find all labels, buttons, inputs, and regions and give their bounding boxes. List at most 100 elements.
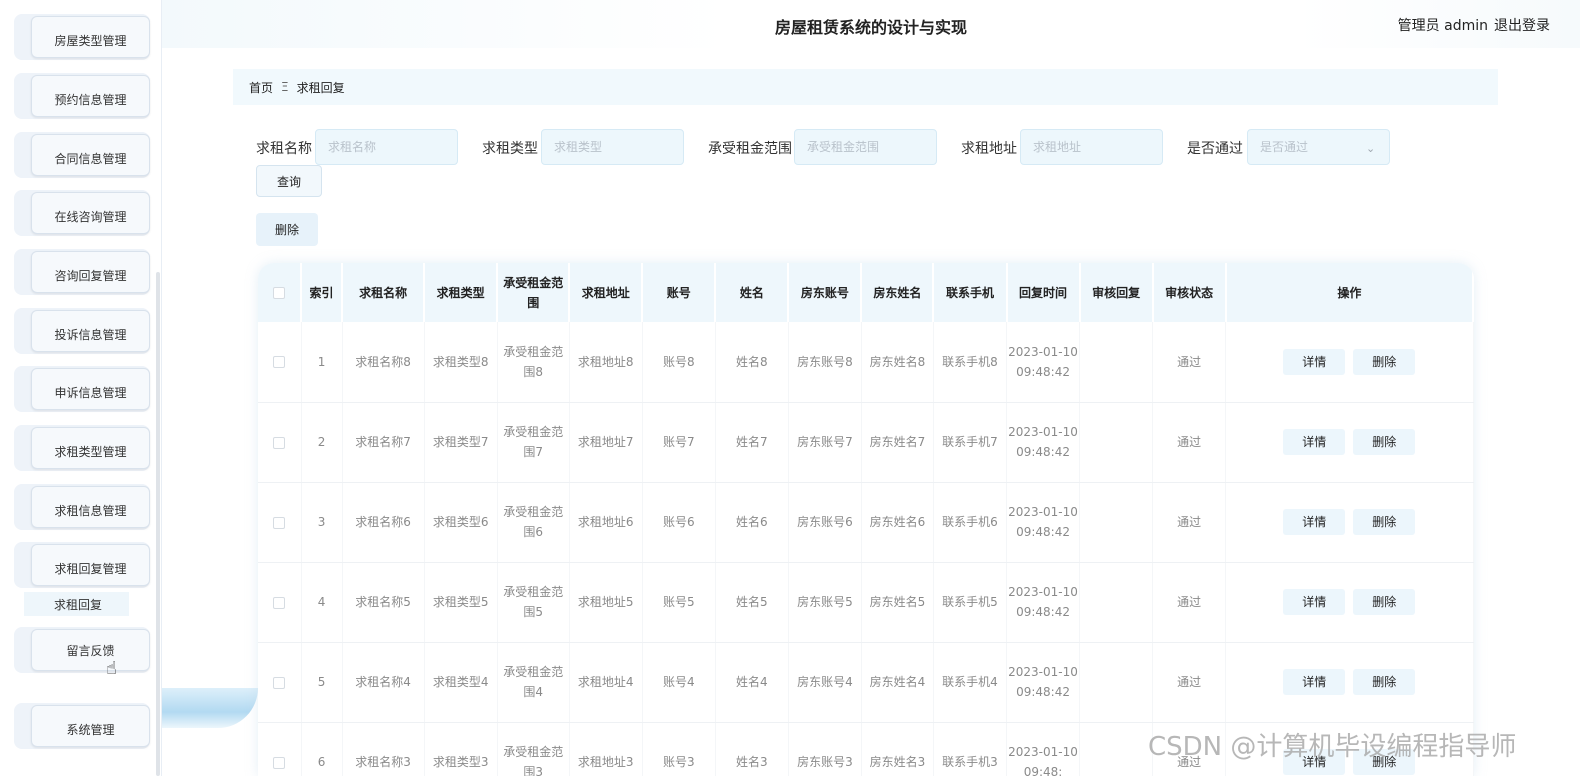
search-rent-input[interactable] — [794, 129, 937, 165]
search-name-label: 求租名称 — [256, 141, 312, 157]
row-checkbox[interactable] — [273, 436, 286, 449]
row-checkbox[interactable] — [273, 676, 286, 689]
breadcrumb-home[interactable]: 首页 — [249, 79, 273, 96]
hand-pointer-icon: ☝ — [106, 658, 117, 679]
cell-actions: 详情 删除 — [1225, 402, 1474, 483]
col-header: 求租类型 — [424, 263, 499, 322]
sidebar-item-booking[interactable]: 预约信息管理 — [14, 73, 150, 119]
cell-landlord-account: 房东账号8 — [788, 322, 862, 403]
sidebar-scrollbar[interactable] — [156, 272, 160, 776]
select-all-cell[interactable] — [258, 263, 303, 322]
detail-button[interactable]: 详情 — [1283, 429, 1346, 455]
sidebar-item-contract[interactable]: 合同信息管理 — [14, 132, 150, 178]
col-header: 姓名 — [715, 263, 790, 322]
cell-type: 求租类型3 — [424, 722, 498, 776]
search-type-label: 求租类型 — [482, 141, 538, 157]
cell-actions: 详情 删除 — [1225, 482, 1474, 563]
sidebar-item-rent-type[interactable]: 求租类型管理 — [14, 425, 150, 471]
cell-type: 求租类型7 — [424, 402, 498, 483]
sidebar-item-consult[interactable]: 在线咨询管理 — [14, 190, 150, 236]
table-row: 3 求租名称6 求租类型6 承受租金范围6 求租地址6 账号6 姓名6 房东账号… — [258, 482, 1474, 563]
sidebar-item-feedback[interactable]: 留言反馈 — [14, 627, 150, 673]
detail-button[interactable]: 详情 — [1283, 589, 1346, 615]
delete-button[interactable]: 删除 — [1353, 589, 1416, 615]
sidebar-subitem-rent-reply[interactable]: 求租回复 — [24, 592, 129, 616]
row-checkbox[interactable] — [273, 516, 286, 529]
sidebar-item-label: 求租类型管理 — [31, 427, 150, 469]
sidebar-item-label: 预约信息管理 — [31, 75, 150, 117]
cell-account: 账号6 — [642, 482, 716, 563]
select-all-checkbox[interactable] — [273, 287, 286, 299]
cell-landlord-name: 房东姓名3 — [861, 722, 934, 776]
sidebar-item-complaint[interactable]: 投诉信息管理 — [14, 308, 150, 354]
cell-rent: 承受租金范围4 — [497, 642, 570, 723]
sidebar-item-label: 合同信息管理 — [31, 134, 150, 176]
cell-phone: 联系手机5 — [933, 562, 1008, 643]
cell-addr: 求租地址3 — [569, 722, 643, 776]
cell-person: 姓名7 — [715, 402, 789, 483]
cell-audit-reply — [1079, 402, 1154, 483]
detail-button[interactable]: 详情 — [1283, 509, 1346, 535]
cell-type: 求租类型4 — [424, 642, 498, 723]
sidebar-item-rent-reply[interactable]: 求租回复管理 — [14, 542, 150, 588]
logout-link[interactable]: 退出登录 — [1494, 18, 1550, 34]
header: 房屋租赁系统的设计与实现 管理员 admin 退出登录 — [162, 0, 1580, 48]
cell-addr: 求租地址6 — [569, 482, 643, 563]
row-select-cell[interactable] — [258, 482, 302, 563]
detail-button[interactable]: 详情 — [1283, 348, 1346, 375]
cell-landlord-name: 房东姓名4 — [861, 642, 934, 723]
watermark: CSDN @计算机毕设编程指导师 — [1148, 732, 1517, 762]
cell-audit-reply — [1079, 562, 1154, 643]
sidebar-item-consult-reply[interactable]: 咨询回复管理 — [14, 249, 150, 295]
breadcrumb-current: 求租回复 — [296, 80, 345, 95]
search-addr-input[interactable] — [1020, 129, 1163, 165]
cell-actions: 详情 删除 — [1225, 562, 1474, 643]
row-checkbox[interactable] — [273, 356, 286, 369]
sidebar-item-label: 留言反馈 — [31, 629, 150, 671]
cell-actions: 详情 删除 — [1225, 322, 1474, 403]
cell-audit-status: 通过 — [1152, 562, 1227, 643]
cell-reply-time: 2023-01-10 09:48:42 — [1006, 642, 1081, 723]
row-select-cell[interactable] — [258, 562, 302, 643]
sidebar-item-appeal[interactable]: 申诉信息管理 — [14, 366, 150, 412]
user-label: 管理员 admin — [1397, 18, 1488, 34]
breadcrumb: 首页 Ξ 求租回复 — [233, 69, 1498, 105]
cell-rent: 承受租金范围7 — [497, 402, 570, 483]
col-header: 索引 — [301, 263, 344, 322]
row-checkbox[interactable] — [273, 756, 286, 769]
row-select-cell[interactable] — [258, 722, 302, 776]
delete-button[interactable]: 删除 — [1353, 669, 1416, 695]
cell-name: 求租名称7 — [342, 402, 425, 483]
row-select-cell[interactable] — [258, 642, 302, 723]
cell-addr: 求租地址8 — [569, 322, 643, 403]
col-header: 房东姓名 — [861, 263, 935, 322]
detail-button[interactable]: 详情 — [1283, 669, 1346, 695]
delete-button[interactable]: 删除 — [1353, 348, 1416, 375]
cell-account: 账号3 — [642, 722, 716, 776]
row-checkbox[interactable] — [273, 596, 286, 609]
sidebar-item-rent-info[interactable]: 求租信息管理 — [14, 484, 150, 530]
page-title: 房屋租赁系统的设计与实现 — [774, 18, 967, 37]
cell-index: 3 — [301, 482, 343, 563]
query-button[interactable]: 查询 — [256, 165, 322, 197]
breadcrumb-separator-icon: Ξ — [281, 80, 289, 94]
sidebar-item-house-type[interactable]: 房屋类型管理 — [14, 14, 150, 60]
row-select-cell[interactable] — [258, 322, 302, 403]
cell-audit-status: 通过 — [1152, 642, 1227, 723]
cell-person: 姓名4 — [715, 642, 789, 723]
delete-button[interactable]: 删除 — [1353, 429, 1416, 455]
batch-delete-button[interactable]: 删除 — [256, 213, 318, 246]
col-header: 账号 — [642, 263, 717, 322]
cell-addr: 求租地址4 — [569, 642, 643, 723]
search-type-input[interactable] — [541, 129, 684, 165]
sidebar-item-system[interactable]: 系统管理 — [14, 703, 150, 749]
cell-rent: 承受租金范围5 — [497, 562, 570, 643]
search-name-input[interactable] — [315, 129, 458, 165]
row-select-cell[interactable] — [258, 402, 302, 483]
cell-phone: 联系手机3 — [933, 722, 1008, 776]
table-row: 4 求租名称5 求租类型5 承受租金范围5 求租地址5 账号5 姓名5 房东账号… — [258, 562, 1474, 643]
search-addr-label: 求租地址 — [961, 141, 1017, 157]
table-row: 5 求租名称4 求租类型4 承受租金范围4 求租地址4 账号4 姓名4 房东账号… — [258, 642, 1474, 723]
delete-button[interactable]: 删除 — [1353, 509, 1416, 535]
col-header: 求租名称 — [342, 263, 426, 322]
